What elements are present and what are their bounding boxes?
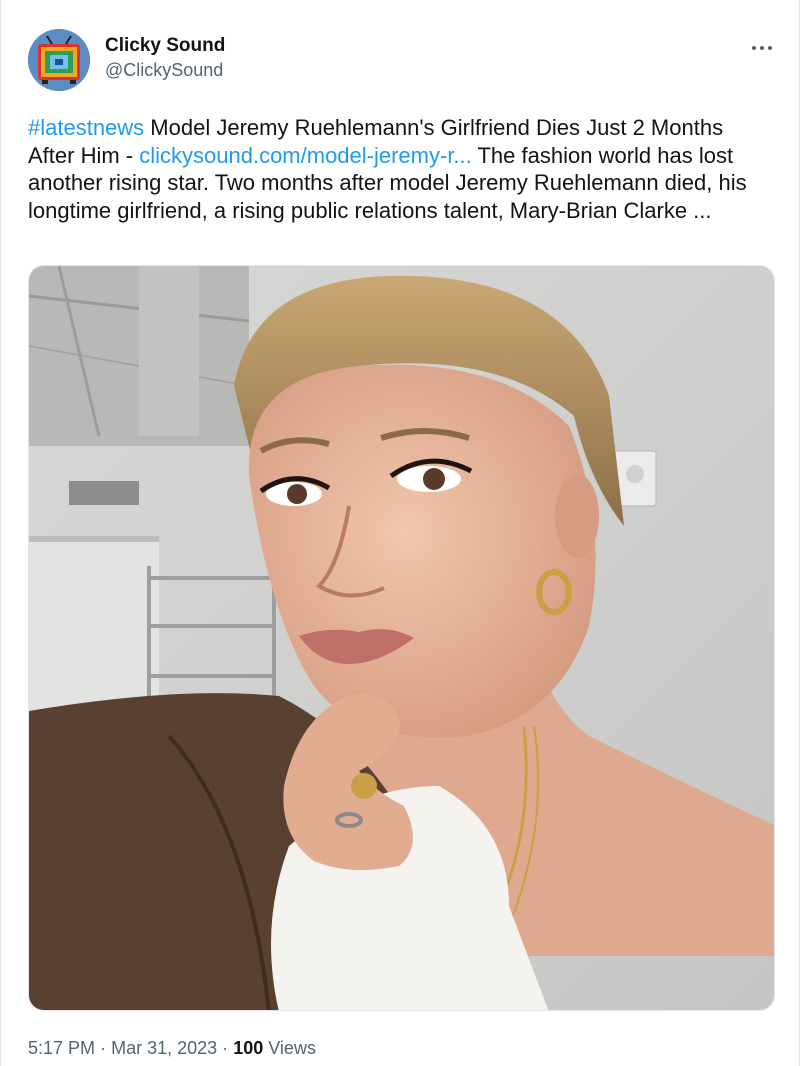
more-options-button[interactable]	[749, 38, 775, 58]
hashtag-link[interactable]: #latestnews	[28, 115, 144, 140]
tweet-card: Clicky Sound @ClickySound #latestnews Mo…	[0, 0, 800, 1066]
author-handle[interactable]: @ClickySound	[105, 58, 225, 82]
author-block: Clicky Sound @ClickySound	[105, 34, 225, 82]
retro-tv-icon	[28, 29, 90, 91]
tweet-date[interactable]: Mar 31, 2023	[111, 1038, 217, 1058]
selfie-photo	[29, 266, 774, 1010]
views-count: 100	[233, 1038, 264, 1058]
more-dots-icon	[752, 46, 772, 50]
tweet-meta: 5:17 PM · Mar 31, 2023 · 100 Views	[28, 1036, 316, 1060]
tweet-time[interactable]: 5:17 PM	[28, 1038, 95, 1058]
avatar[interactable]	[28, 29, 90, 91]
tweet-text: #latestnews Model Jeremy Ruehlemann's Gi…	[28, 114, 768, 224]
meta-separator: ·	[222, 1038, 229, 1058]
meta-separator: ·	[100, 1038, 107, 1058]
article-link[interactable]: clickysound.com/model-jeremy-r...	[139, 143, 472, 168]
views-label: Views	[268, 1038, 316, 1058]
author-display-name[interactable]: Clicky Sound	[105, 34, 225, 58]
tweet-photo[interactable]	[28, 265, 775, 1011]
